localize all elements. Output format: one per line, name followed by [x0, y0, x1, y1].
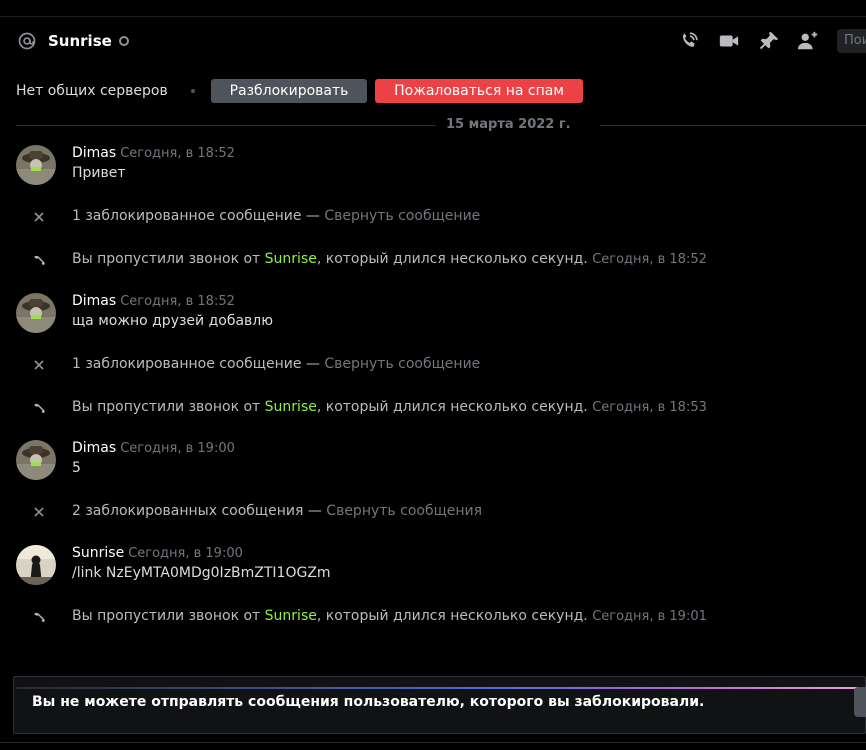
author-name[interactable]: Sunrise: [72, 545, 124, 561]
collapse-blocked-link[interactable]: Свернуть сообщение: [324, 356, 480, 372]
blocked-messages-text: 2 заблокированных сообщения — Свернуть с…: [72, 503, 483, 519]
close-icon: [34, 360, 44, 370]
blocked-messages-text: 1 заблокированное сообщение — Свернуть с…: [72, 208, 481, 224]
pinned-messages-icon[interactable]: [758, 30, 780, 52]
dot-separator: [191, 89, 195, 93]
channel-header: Sunrise Пои: [0, 17, 866, 65]
blocked-messages-text: 1 заблокированное сообщение — Свернуть с…: [72, 356, 481, 372]
message-header: Dimas Сегодня, в 18:52: [72, 293, 235, 309]
call-timestamp: Сегодня, в 19:01: [592, 609, 707, 624]
dm-username[interactable]: Sunrise: [48, 32, 112, 50]
author-name[interactable]: Dimas: [72, 293, 116, 309]
caller-name[interactable]: Sunrise: [265, 399, 317, 415]
message-content: Привет: [72, 165, 126, 181]
avatar[interactable]: [16, 293, 56, 333]
close-icon: [34, 507, 44, 517]
avatar[interactable]: [16, 145, 56, 185]
missed-call-row: Вы пропустили звонок от Sunrise, который…: [0, 249, 866, 271]
search-input[interactable]: Пои: [837, 29, 866, 53]
caller-name[interactable]: Sunrise: [265, 608, 317, 624]
close-icon: [34, 212, 44, 222]
message-timestamp: Сегодня, в 18:52: [120, 146, 235, 161]
collapse-blocked-link[interactable]: Свернуть сообщение: [324, 208, 480, 224]
blocked-messages-row: 1 заблокированное сообщение — Свернуть с…: [0, 206, 866, 228]
missed-call-text: Вы пропустили звонок от Sunrise, который…: [72, 608, 707, 624]
call-timestamp: Сегодня, в 18:52: [592, 252, 707, 267]
blocked-user-bar: Нет общих серверов Разблокировать Пожало…: [0, 65, 866, 117]
voice-call-icon[interactable]: [678, 30, 700, 52]
avatar[interactable]: [16, 440, 56, 480]
divider-line: [600, 125, 866, 126]
message-content: ща можно друзей добавлю: [72, 313, 274, 329]
avatar[interactable]: [16, 545, 56, 585]
composer-action-button[interactable]: [854, 687, 866, 717]
collapse-blocked-link[interactable]: Свернуть сообщения: [326, 503, 482, 519]
missed-call-phone-icon: [34, 612, 45, 622]
date-divider-label: 15 марта 2022 г.: [446, 117, 571, 132]
bottom-border: [0, 742, 866, 743]
missed-call-phone-icon: [34, 255, 45, 265]
message-timestamp: Сегодня, в 18:52: [120, 294, 235, 309]
missed-call-text: Вы пропустили звонок от Sunrise, который…: [72, 399, 707, 415]
author-name[interactable]: Dimas: [72, 145, 116, 161]
blocked-messages-row: 2 заблокированных сообщения — Свернуть с…: [0, 501, 866, 523]
missed-call-row: Вы пропустили звонок от Sunrise, который…: [0, 606, 866, 628]
report-spam-button[interactable]: Пожаловаться на спам: [375, 79, 583, 103]
message-composer[interactable]: Вы не можете отправлять сообщения пользо…: [13, 676, 866, 734]
message-content: 5: [72, 460, 81, 476]
unblock-button[interactable]: Разблокировать: [211, 79, 367, 103]
composer-gradient-bar: [16, 687, 866, 689]
offline-status-icon: [119, 36, 129, 46]
missed-call-text: Вы пропустили звонок от Sunrise, который…: [72, 251, 707, 267]
at-sign-icon: [18, 32, 36, 50]
message-header: Sunrise Сегодня, в 19:00: [72, 545, 243, 561]
message-header: Dimas Сегодня, в 19:00: [72, 440, 235, 456]
message-header: Dimas Сегодня, в 18:52: [72, 145, 235, 161]
author-name[interactable]: Dimas: [72, 440, 116, 456]
video-call-icon[interactable]: [718, 30, 740, 52]
date-divider: 15 марта 2022 г.: [0, 117, 866, 135]
blocked-composer-notice: Вы не можете отправлять сообщения пользо…: [32, 694, 705, 710]
message-timestamp: Сегодня, в 19:00: [120, 441, 235, 456]
add-friend-to-dm-icon[interactable]: [797, 30, 819, 52]
message-timestamp: Сегодня, в 19:00: [128, 546, 243, 561]
call-timestamp: Сегодня, в 18:53: [592, 400, 707, 415]
blocked-messages-row: 1 заблокированное сообщение — Свернуть с…: [0, 354, 866, 376]
missed-call-phone-icon: [34, 403, 45, 413]
missed-call-row: Вы пропустили звонок от Sunrise, который…: [0, 397, 866, 419]
message-content: /link NzEyMTA0MDg0IzBmZTI1OGZm: [72, 565, 331, 581]
divider-line: [16, 125, 436, 126]
caller-name[interactable]: Sunrise: [265, 251, 317, 267]
no-mutual-servers-text: Нет общих серверов: [16, 83, 168, 99]
